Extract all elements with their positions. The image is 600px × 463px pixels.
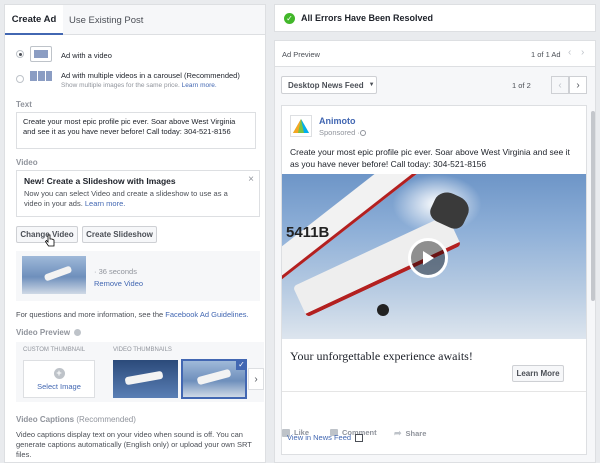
video-preview-header: Video Preview — [16, 328, 82, 337]
tab-create-ad-label: Create Ad — [11, 13, 57, 25]
selected-video-box: · 36 seconds Remove Video — [16, 251, 260, 301]
carousel-recommended: (Recommended) — [181, 71, 240, 80]
chevron-right-icon: › — [576, 79, 580, 91]
status-banner: ✓ All Errors Have Been Resolved — [274, 4, 596, 32]
radio-single-video[interactable] — [16, 50, 24, 58]
carousel-subtext: Show multiple images for the same price. — [61, 82, 180, 89]
checkmark-icon: ✓ — [236, 359, 247, 370]
captions-header: Video Captions (Recommended) — [16, 415, 136, 424]
create-slideshow-button[interactable]: Create Slideshow — [82, 226, 157, 243]
share-action[interactable]: ➦ Share — [394, 428, 426, 439]
carousel-format-icon — [30, 69, 52, 85]
chevron-left-icon[interactable]: ‹ — [568, 47, 571, 58]
video-thumbnail-1[interactable] — [113, 360, 178, 398]
view-in-feed-link[interactable]: View in News Feed — [287, 433, 364, 442]
close-icon[interactable]: × — [248, 174, 254, 185]
carousel-learn-more-link[interactable]: Learn more. — [182, 82, 217, 89]
slideshow-notice-body: Now you can select Video and create a sl… — [24, 189, 228, 208]
thumbnail-next-button[interactable]: › — [248, 368, 264, 390]
caret-down-icon: ▼ — [368, 82, 375, 88]
ad-count: 1 of 1 Ad — [531, 50, 561, 59]
learn-more-button[interactable]: Learn More — [512, 365, 564, 382]
carousel-label: Ad with multiple videos in a carousel — [61, 71, 182, 80]
placement-dropdown[interactable]: Desktop News Feed ▼ — [281, 76, 377, 94]
page-logo — [290, 115, 312, 137]
sponsored-text: Sponsored · — [319, 128, 360, 137]
preview-scrollbar[interactable] — [591, 111, 595, 301]
post-text: Create your most epic profile pic ever. … — [290, 147, 570, 169]
ad-text-value: Create your most epic profile pic ever. … — [23, 117, 236, 136]
single-video-label: Ad with a video — [61, 51, 112, 60]
select-image-button[interactable]: + Select Image — [23, 360, 95, 398]
remove-video-link[interactable]: Remove Video — [94, 279, 143, 288]
captions-label: Video Captions — [16, 415, 75, 424]
open-external-icon — [355, 433, 364, 442]
play-button[interactable] — [408, 238, 448, 278]
preview-prev-button[interactable]: ‹ — [551, 76, 569, 94]
video-duration: · 36 seconds — [94, 267, 137, 276]
selected-video-thumbnail — [22, 256, 86, 294]
view-in-feed-label: View in News Feed — [287, 433, 352, 442]
custom-thumbnail-label: CUSTOM THUMBNAIL — [23, 347, 86, 353]
guidelines-text: For questions and more information, see … — [16, 310, 249, 319]
ad-guidelines-link[interactable]: Facebook Ad Guidelines. — [165, 310, 248, 319]
radio-carousel[interactable] — [16, 75, 24, 83]
captions-recommended: (Recommended) — [74, 415, 136, 424]
captions-body: Video captions display text on your vide… — [16, 430, 252, 459]
ad-text-input[interactable]: Create your most epic profile pic ever. … — [16, 112, 256, 149]
tab-create-ad[interactable]: Create Ad — [5, 5, 63, 35]
ad-post-card: Animoto Sponsored · Create your most epi… — [281, 105, 587, 455]
hand-cursor-icon — [44, 234, 55, 247]
animoto-logo-icon — [293, 119, 309, 133]
page-name[interactable]: Animoto — [319, 116, 356, 126]
create-slideshow-label: Create Slideshow — [86, 230, 153, 239]
sponsored-label: Sponsored · — [319, 128, 366, 137]
globe-icon — [359, 129, 366, 136]
create-ad-panel: Create Ad Use Existing Post Ad with a vi… — [4, 4, 266, 463]
success-check-icon: ✓ — [284, 12, 295, 24]
share-icon: ➦ — [394, 428, 402, 438]
tab-use-existing-post[interactable]: Use Existing Post — [69, 5, 143, 35]
ad-video-player[interactable]: 5411B — [282, 174, 586, 339]
tab-use-existing-post-label: Use Existing Post — [69, 14, 144, 26]
select-image-label: Select Image — [37, 381, 81, 391]
video-preview-label: Video Preview — [16, 328, 71, 337]
learn-more-label: Learn More — [516, 369, 560, 378]
plus-icon: + — [53, 367, 65, 379]
chevron-left-icon: ‹ — [558, 79, 562, 91]
plane-tail-number: 5411B — [286, 224, 330, 241]
carousel-option-text: Ad with multiple videos in a carousel (R… — [61, 71, 261, 89]
ad-preview-title: Ad Preview — [282, 50, 320, 59]
post-actions — [282, 391, 586, 392]
landing-gear — [377, 304, 389, 316]
thumbnail-picker: CUSTOM THUMBNAIL VIDEO THUMBNAILS + Sele… — [16, 342, 264, 402]
info-icon — [74, 329, 82, 336]
chevron-right-icon[interactable]: › — [581, 47, 584, 58]
status-banner-text: All Errors Have Been Resolved — [301, 13, 434, 23]
slideshow-learn-more-link[interactable]: Learn more. — [85, 199, 125, 208]
guidelines-prefix: For questions and more information, see … — [16, 310, 166, 319]
preview-page: 1 of 2 — [512, 81, 531, 90]
text-section-label: Text — [16, 100, 32, 109]
video-thumbnails-label: VIDEO THUMBNAILS — [113, 347, 172, 353]
share-label: Share — [405, 429, 427, 438]
chevron-right-icon: › — [254, 373, 258, 385]
slideshow-notice-title: New! Create a Slideshow with Images — [24, 176, 176, 186]
video-section-label: Video — [16, 158, 38, 167]
ad-preview-panel: Ad Preview 1 of 1 Ad ‹ › Desktop News Fe… — [274, 40, 596, 463]
preview-next-button[interactable]: › — [569, 76, 587, 94]
play-icon — [423, 251, 434, 265]
placement-value: Desktop News Feed — [288, 80, 364, 90]
ad-headline: Your unforgettable experience awaits! — [290, 349, 473, 363]
single-video-format-icon — [30, 46, 52, 62]
slideshow-notice: New! Create a Slideshow with Images Now … — [16, 170, 260, 217]
